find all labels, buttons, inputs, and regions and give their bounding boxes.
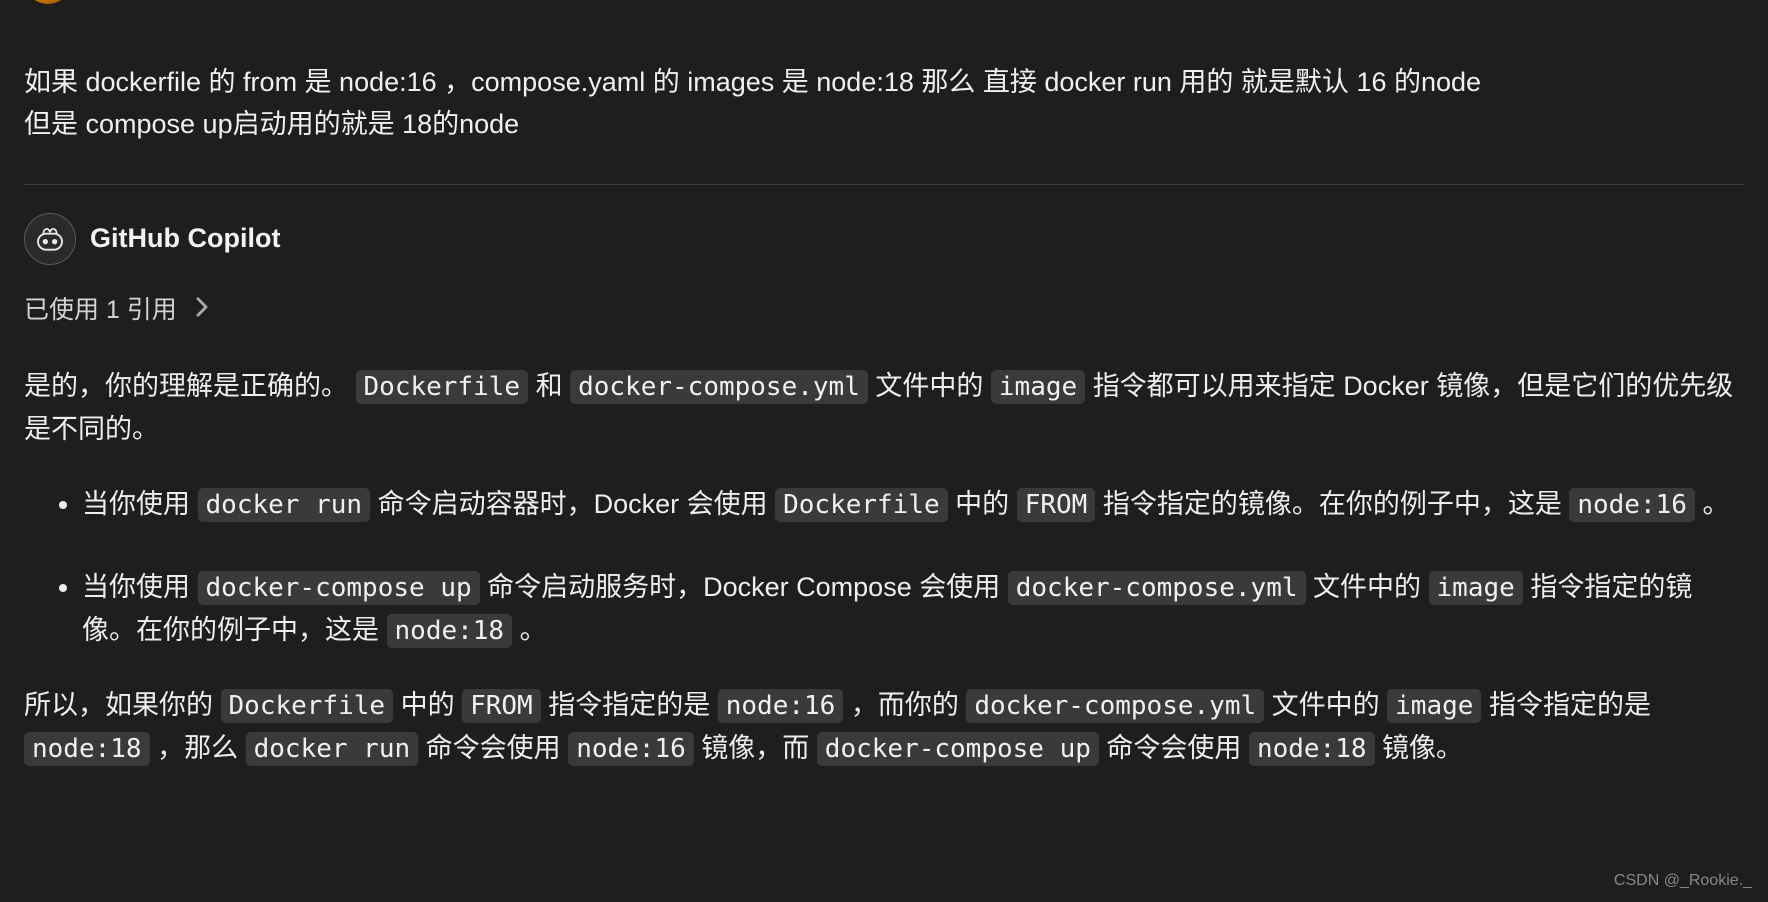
code-node18: node:18: [1249, 732, 1375, 766]
bullet-list: 当你使用 docker run 命令启动容器时，Docker 会使用 Docke…: [24, 483, 1744, 652]
user-line2: 但是 compose up启动用的就是 18的node: [24, 109, 519, 139]
list-item: 当你使用 docker-compose up 命令启动服务时，Docker Co…: [82, 566, 1744, 652]
code-node16: node:16: [1569, 488, 1695, 522]
code-compose-yml: docker-compose.yml: [1008, 571, 1306, 605]
code-dockerfile: Dockerfile: [356, 370, 529, 404]
code-compose-yml: docker-compose.yml: [966, 689, 1264, 723]
code-image: image: [991, 370, 1085, 404]
code-from: FROM: [462, 689, 541, 723]
code-compose-yml: docker-compose.yml: [570, 370, 868, 404]
code-dockerfile: Dockerfile: [221, 689, 394, 723]
user-message-text: 如果 dockerfile 的 from 是 node:16 ，compose.…: [24, 62, 1744, 146]
code-node16: node:16: [568, 732, 694, 766]
watermark-text: CSDN @_Rookie._: [1614, 867, 1752, 894]
intro-paragraph: 是的，你的理解是正确的。 Dockerfile 和 docker-compose…: [24, 365, 1744, 451]
code-image: image: [1429, 571, 1523, 605]
user-message-section: 如果 dockerfile 的 from 是 node:16 ，compose.…: [24, 0, 1744, 185]
code-image: image: [1387, 689, 1481, 723]
code-from: FROM: [1017, 488, 1096, 522]
copilot-name-label: GitHub Copilot: [90, 216, 280, 262]
code-docker-run: docker run: [246, 732, 419, 766]
code-compose-up: docker-compose up: [198, 571, 480, 605]
copilot-header: GitHub Copilot: [24, 213, 1744, 265]
conclusion-paragraph: 所以，如果你的 Dockerfile 中的 FROM 指令指定的是 node:1…: [24, 684, 1744, 770]
code-node18: node:18: [387, 614, 513, 648]
user-line1: 如果 dockerfile 的 from 是 node:16 ，compose.…: [24, 67, 1481, 97]
chevron-right-icon: [195, 289, 209, 332]
reference-label: 已使用 1 引用: [24, 289, 177, 332]
list-item: 当你使用 docker run 命令启动容器时，Docker 会使用 Docke…: [82, 483, 1744, 526]
user-avatar: [24, 0, 72, 10]
code-docker-run: docker run: [198, 488, 371, 522]
code-dockerfile: Dockerfile: [775, 488, 948, 522]
code-node16: node:16: [718, 689, 844, 723]
code-compose-up: docker-compose up: [817, 732, 1099, 766]
copilot-response-body: 是的，你的理解是正确的。 Dockerfile 和 docker-compose…: [24, 365, 1744, 770]
reference-toggle[interactable]: 已使用 1 引用: [24, 289, 1744, 332]
copilot-response-section: GitHub Copilot 已使用 1 引用 是的，你的理解是正确的。 Doc…: [24, 185, 1744, 771]
code-node18: node:18: [24, 732, 150, 766]
copilot-avatar-icon: [24, 213, 76, 265]
